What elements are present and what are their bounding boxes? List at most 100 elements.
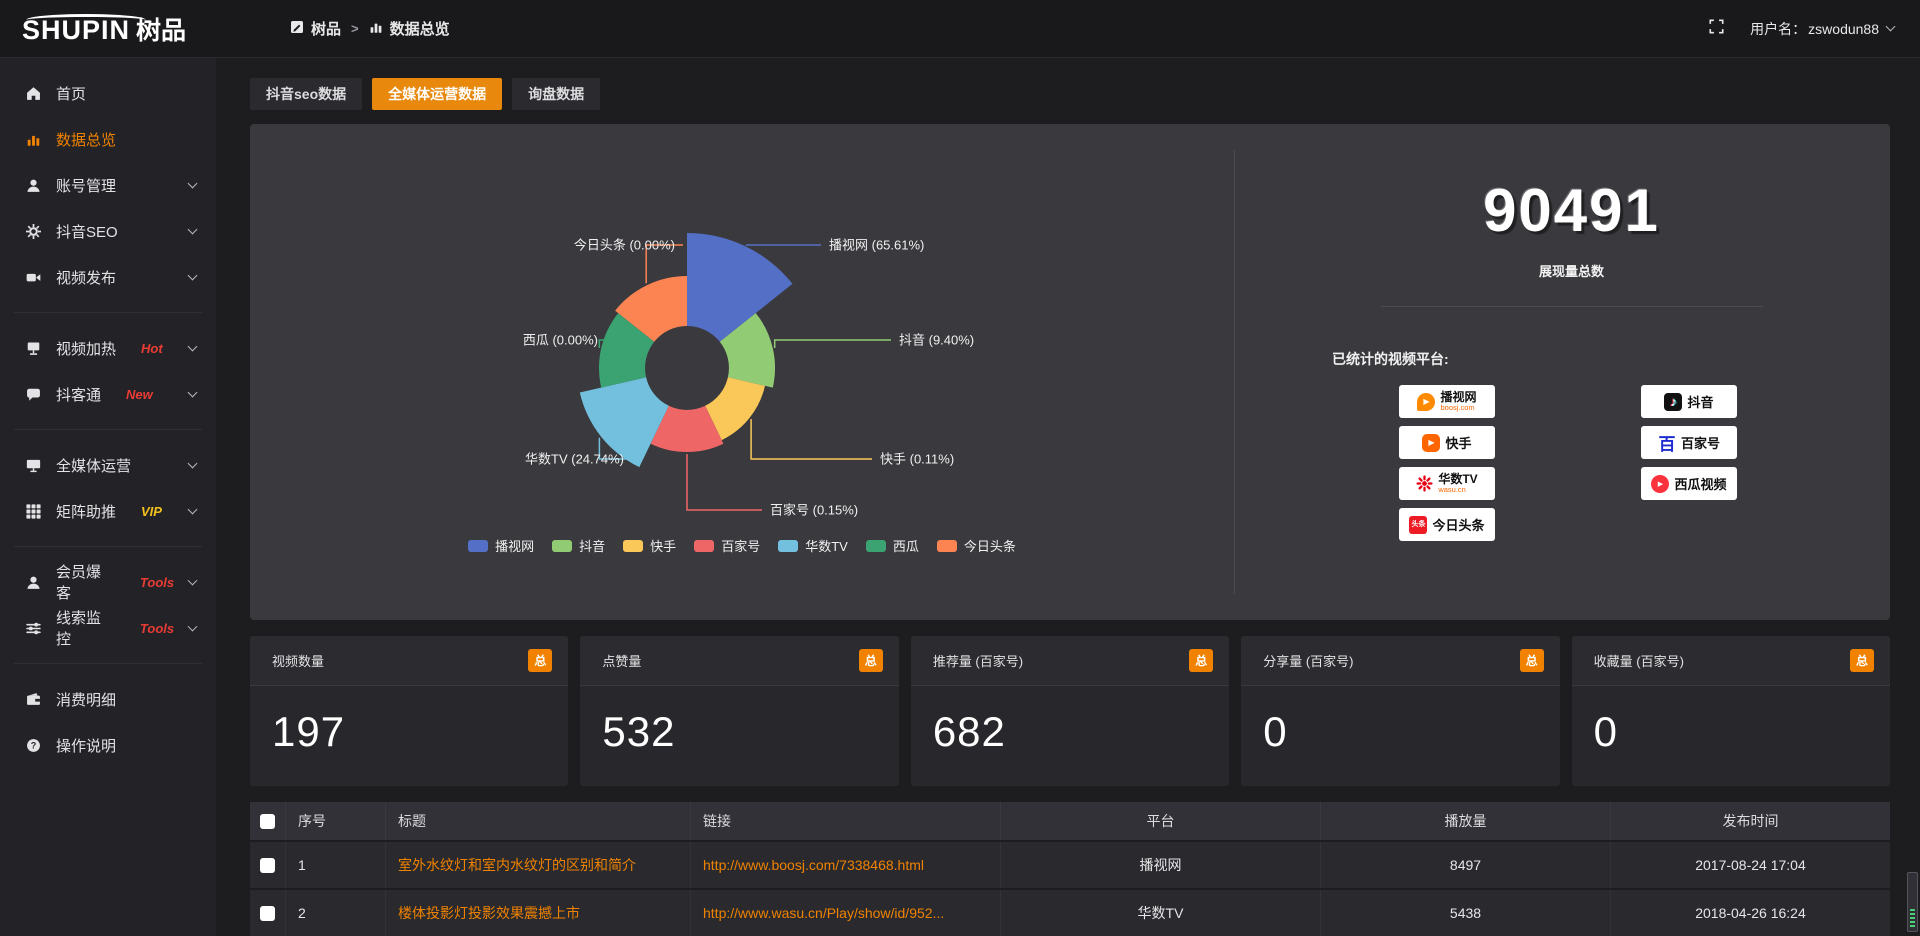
legend-item-百家号[interactable]: 百家号 — [694, 536, 760, 555]
total-impressions-value: 90491 — [1299, 176, 1844, 245]
platform-name: 抖音 — [1687, 392, 1713, 411]
user-menu[interactable]: 用户名：zswodun88 — [1750, 19, 1894, 39]
row-checkbox[interactable] — [260, 858, 275, 873]
stat-card: 点赞量 总 532 — [580, 636, 898, 786]
chart-bars-icon — [369, 20, 383, 34]
platform-badge-grid: ▶播视网boosj.com♪抖音▶快手百百家号华数TVwasu.cn▶西瓜视频头… — [1399, 385, 1844, 541]
chevron-down-icon — [188, 387, 198, 397]
breadcrumb-item-current[interactable]: 数据总览 — [369, 18, 450, 39]
platform-badge-wasu: 华数TVwasu.cn — [1399, 467, 1495, 500]
tab-douyin-seo-data[interactable]: 抖音seo数据 — [250, 78, 362, 110]
pie-label: 华数TV (24.74%) — [525, 452, 624, 467]
sidebar-divider — [14, 429, 202, 430]
sidebar-item-data-overview[interactable]: 数据总览 — [0, 116, 216, 162]
row-checkbox[interactable] — [260, 906, 275, 921]
table-header-row: 序号标题链接平台播放量发布时间 — [250, 802, 1890, 840]
pie-label: 快手 (0.11%) — [880, 452, 954, 467]
platform-name: 今日头条 — [1432, 515, 1484, 534]
logo-text-cn: 树品 — [136, 11, 186, 47]
select-all-checkbox[interactable] — [260, 814, 275, 829]
page-scrollbar[interactable] — [1907, 872, 1918, 932]
chart-bars-icon — [26, 132, 41, 147]
legend-item-播视网[interactable]: 播视网 — [468, 536, 534, 555]
pie-label: 播视网 (65.61%) — [829, 238, 924, 253]
pie-slice-播视网[interactable] — [687, 233, 793, 342]
sidebar-item-clue-monitor[interactable]: 线索监控Tools — [0, 605, 216, 651]
cell-index: 1 — [285, 842, 385, 888]
cell-video-title[interactable]: 楼体投影灯投影效果震撼上市 — [398, 903, 580, 923]
videos-table: 序号标题链接平台播放量发布时间1 室外水纹灯和室内水纹灯的区别和简介 http://… — [250, 802, 1890, 936]
column-header: 序号 — [285, 802, 385, 840]
sidebar-item-label: 操作说明 — [56, 735, 116, 756]
total-badge[interactable]: 总 — [1520, 649, 1544, 672]
total-badge[interactable]: 总 — [1189, 649, 1213, 672]
platform-name: 百家号 — [1681, 433, 1720, 452]
sidebar-item-help[interactable]: ?操作说明 — [0, 722, 216, 768]
total-badge[interactable]: 总 — [859, 649, 883, 672]
chevron-down-icon — [188, 621, 198, 631]
tab-media-ops-data[interactable]: 全媒体运营数据 — [372, 78, 502, 110]
pie-label-line — [775, 340, 891, 348]
pie-label: 抖音 (9.40%) — [899, 333, 974, 348]
tab-inquiry-data[interactable]: 询盘数据 — [512, 78, 600, 110]
boosj-logo-icon: ▶ — [1417, 393, 1435, 411]
stat-card-title: 推荐量 (百家号) — [933, 651, 1023, 670]
stat-card-title: 分享量 (百家号) — [1263, 651, 1353, 670]
cell-publish-time: 2017-08-24 17:04 — [1610, 842, 1890, 888]
monitor-icon — [26, 458, 41, 473]
kuaishou-logo-icon: ▶ — [1422, 434, 1440, 452]
legend-item-华数TV[interactable]: 华数TV — [778, 536, 848, 555]
tab-bar: 抖音seo数据全媒体运营数据询盘数据 — [250, 78, 1890, 110]
total-badge[interactable]: 总 — [528, 649, 552, 672]
logo-arc — [26, 14, 146, 26]
sidebar-item-video-publish[interactable]: 视频发布 — [0, 254, 216, 300]
sidebar-item-account-manage[interactable]: 账号管理 — [0, 162, 216, 208]
scrollbar-marks — [1910, 909, 1915, 929]
platform-name: 华数TV — [1438, 473, 1477, 486]
pie-label-line — [751, 419, 872, 459]
cell-video-link[interactable]: http://www.wasu.cn/Play/show/id/952... — [703, 905, 944, 921]
stat-card-title: 点赞量 — [602, 651, 641, 670]
sidebar-item-douketong[interactable]: 抖客通New — [0, 371, 216, 417]
legend-swatch — [694, 540, 714, 552]
topbar: SHUPIN 树品 树品 > 数据总览 用户名：zswodun88 — [0, 0, 1920, 58]
stat-card-value: 532 — [580, 686, 898, 756]
cell-platform: 华数TV — [1000, 890, 1320, 936]
chart-bars-icon — [369, 20, 383, 38]
app-logo: SHUPIN 树品 — [0, 11, 250, 47]
username: zswodun88 — [1808, 21, 1879, 37]
platform-domain: boosj.com — [1440, 404, 1476, 412]
total-impressions-label: 展现量总数 — [1299, 261, 1844, 280]
nightingale-pie-chart: 播视网 (65.61%)抖音 (9.40%)快手 (0.11%)百家号 (0.1… — [250, 124, 1234, 539]
legend-item-西瓜[interactable]: 西瓜 — [866, 536, 919, 555]
sidebar-item-douyin-seo[interactable]: 抖音SEO — [0, 208, 216, 254]
platform-badge-toutiao: 头条今日头条 — [1399, 508, 1495, 541]
summary-panel: 90491 展现量总数 已统计的视频平台: ▶播视网boosj.com♪抖音▶快… — [1235, 124, 1890, 620]
wasu-logo-icon — [1416, 475, 1433, 492]
user-label: 用户名： — [1750, 19, 1806, 39]
legend-item-快手[interactable]: 快手 — [623, 536, 676, 555]
main-layout: 首页数据总览账号管理抖音SEO视频发布视频加热Hot抖客通New 全媒体运营矩阵助… — [0, 58, 1920, 936]
sidebar-item-media-ops[interactable]: 全媒体运营 — [0, 442, 216, 488]
sidebar-item-video-heat[interactable]: 视频加热Hot — [0, 325, 216, 371]
pie-label: 西瓜 (0.00%) — [523, 333, 598, 348]
cell-video-link[interactable]: http://www.boosj.com/7338468.html — [703, 857, 924, 873]
sidebar-item-consume-detail[interactable]: 消费明细 — [0, 676, 216, 722]
legend-label: 抖音 — [579, 536, 605, 555]
cell-video-title[interactable]: 室外水纹灯和室内水纹灯的区别和简介 — [398, 855, 636, 875]
legend-item-今日头条[interactable]: 今日头条 — [937, 536, 1016, 555]
sidebar-item-member-burst[interactable]: 会员爆客Tools — [0, 559, 216, 605]
stat-card-value: 682 — [911, 686, 1229, 756]
sidebar-item-tag: Tools — [140, 575, 174, 590]
legend-item-抖音[interactable]: 抖音 — [552, 536, 605, 555]
total-badge[interactable]: 总 — [1850, 649, 1874, 672]
chevron-down-icon — [188, 575, 198, 585]
breadcrumb-item-home[interactable]: 树品 — [290, 18, 341, 39]
sidebar-item-home[interactable]: 首页 — [0, 70, 216, 116]
chart-panel: 播视网 (65.61%)抖音 (9.40%)快手 (0.11%)百家号 (0.1… — [250, 124, 1890, 620]
fullscreen-icon[interactable] — [1709, 19, 1724, 39]
stat-card-header: 收藏量 (百家号)总 — [1572, 636, 1890, 686]
user-icon — [26, 178, 41, 193]
sidebar-item-matrix-boost[interactable]: 矩阵助推VIP — [0, 488, 216, 534]
heat-icon — [26, 341, 41, 356]
